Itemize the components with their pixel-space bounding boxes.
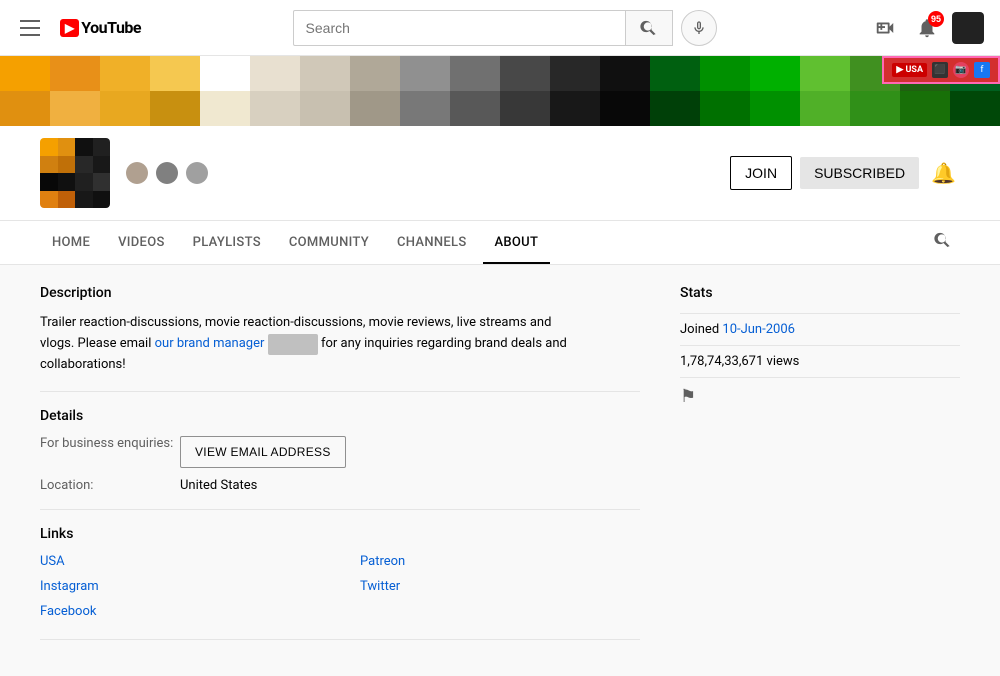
search-box xyxy=(293,10,673,46)
links-section-title: Links xyxy=(40,526,640,542)
search-icon xyxy=(640,19,658,37)
business-label: For business enquiries: xyxy=(40,436,180,451)
channel-info xyxy=(126,162,730,184)
flag-icon-1[interactable]: ⬛ xyxy=(932,62,948,78)
views-stat: 1,78,74,33,671 views xyxy=(680,354,960,369)
tab-channels[interactable]: CHANNELS xyxy=(385,221,479,264)
meta-avatar-3 xyxy=(186,162,208,184)
tab-about[interactable]: ABOUT xyxy=(483,221,551,264)
meta-avatar-2 xyxy=(156,162,178,184)
divider-1 xyxy=(40,391,640,392)
mic-button[interactable] xyxy=(681,10,717,46)
tab-navigation: HOME VIDEOS PLAYLISTS COMMUNITY CHANNELS… xyxy=(0,221,1000,265)
joined-date[interactable]: 10-Jun-2006 xyxy=(722,322,795,337)
user-avatar[interactable] xyxy=(952,12,984,44)
yt-flag: ▶ USA xyxy=(892,63,927,77)
description-text: Trailer reaction-discussions, movie reac… xyxy=(40,313,580,375)
mic-icon xyxy=(691,20,707,36)
description-link[interactable]: our brand manager xyxy=(155,336,265,351)
stats-divider-3 xyxy=(680,377,960,378)
link-facebook[interactable]: Facebook xyxy=(40,604,320,619)
yt-logo-text: YouTube xyxy=(81,18,141,37)
details-section-title: Details xyxy=(40,408,640,424)
description-section-title: Description xyxy=(40,285,640,301)
content-right: Stats Joined 10-Jun-2006 1,78,74,33,671 … xyxy=(680,285,960,656)
links-grid: USA Patreon Instagram Twitter Facebook xyxy=(40,554,640,619)
nav-right: 95 xyxy=(868,11,984,45)
notification-badge: 95 xyxy=(928,11,944,27)
location-row: Location: United States xyxy=(40,478,640,493)
stats-divider-1 xyxy=(680,313,960,314)
channel-meta xyxy=(126,162,730,184)
content-left: Description Trailer reaction-discussions… xyxy=(40,285,640,656)
joined-stat: Joined 10-Jun-2006 xyxy=(680,322,960,337)
channel-avatar xyxy=(40,138,110,208)
nav-left: ▶ YouTube xyxy=(16,16,141,40)
view-email-button[interactable]: VIEW EMAIL ADDRESS xyxy=(180,436,346,468)
subscribed-button[interactable]: SUBSCRIBED xyxy=(800,157,919,189)
yt-logo-icon: ▶ xyxy=(60,19,79,37)
business-row: For business enquiries: VIEW EMAIL ADDRE… xyxy=(40,436,640,468)
flag-icon-3[interactable]: f xyxy=(974,62,990,78)
top-navigation: ▶ YouTube 95 xyxy=(0,0,1000,56)
flag-report-icon[interactable]: ⚑ xyxy=(680,386,960,407)
search-input[interactable] xyxy=(294,12,625,44)
add-video-button[interactable] xyxy=(868,11,902,45)
divider-2 xyxy=(40,509,640,510)
stats-divider-2 xyxy=(680,345,960,346)
stats-section-title: Stats xyxy=(680,285,960,301)
search-button[interactable] xyxy=(625,11,672,45)
tab-playlists[interactable]: PLAYLISTS xyxy=(181,221,273,264)
tab-search-button[interactable] xyxy=(926,223,960,262)
add-video-icon xyxy=(874,17,896,39)
blurred-email: █████ xyxy=(268,334,318,355)
channel-banner: ▶ USA ⬛ 📷 f xyxy=(0,56,1000,126)
bell-button[interactable]: 🔔 xyxy=(927,157,960,190)
join-button[interactable]: JOIN xyxy=(730,156,792,190)
location-label: Location: xyxy=(40,478,180,493)
divider-3 xyxy=(40,639,640,640)
notifications-button[interactable]: 95 xyxy=(910,11,944,45)
hamburger-menu[interactable] xyxy=(16,16,44,40)
tab-community[interactable]: COMMUNITY xyxy=(277,221,381,264)
search-container xyxy=(141,10,868,46)
tab-videos[interactable]: VIDEOS xyxy=(106,221,177,264)
flag-icon-2[interactable]: 📷 xyxy=(953,62,969,78)
link-instagram[interactable]: Instagram xyxy=(40,579,320,594)
tab-home[interactable]: HOME xyxy=(40,221,102,264)
channel-actions: JOIN SUBSCRIBED 🔔 xyxy=(730,156,960,190)
country-bar: ▶ USA ⬛ 📷 f xyxy=(882,56,1000,84)
channel-header: JOIN SUBSCRIBED 🔔 xyxy=(0,126,1000,221)
joined-label: Joined xyxy=(680,322,722,337)
meta-avatar-1 xyxy=(126,162,148,184)
youtube-logo[interactable]: ▶ YouTube xyxy=(60,18,141,37)
link-twitter[interactable]: Twitter xyxy=(360,579,640,594)
meta-avatars xyxy=(126,162,208,184)
about-content: Description Trailer reaction-discussions… xyxy=(0,265,1000,676)
location-value: United States xyxy=(180,478,257,493)
